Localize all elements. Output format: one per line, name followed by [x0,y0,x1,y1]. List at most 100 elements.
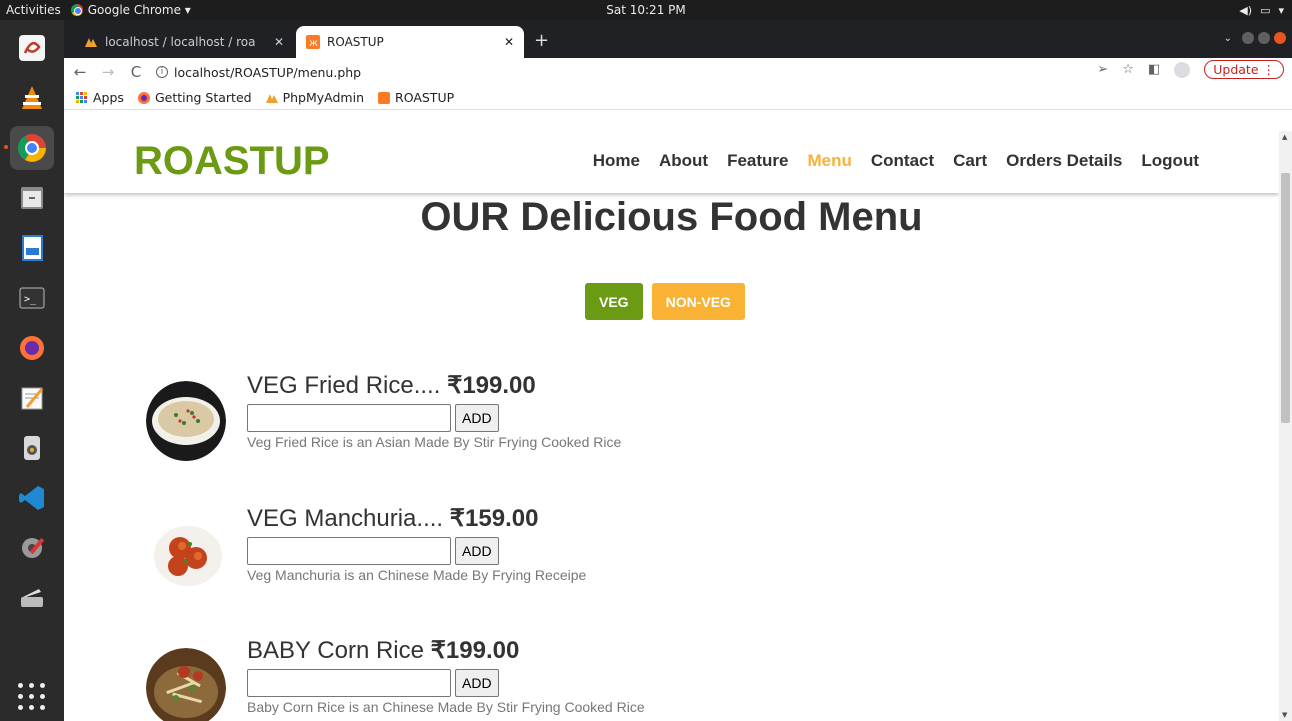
side-panel-icon[interactable]: ◧ [1148,62,1160,77]
add-button[interactable]: ADD [455,669,499,697]
info-icon[interactable]: i [156,66,168,78]
item-title: BABY Corn Rice ₹199.00 [247,636,847,665]
tab-strip: localhost / localhost / roa ✕ ж ROASTUP … [64,20,1292,58]
chrome-icon [70,4,83,16]
dock: >_ [0,20,64,721]
bookmark-phpmyadmin[interactable]: PhpMyAdmin [265,90,364,105]
nonveg-filter-button[interactable]: NON-VEG [651,283,745,320]
bookmark-star-icon[interactable]: ☆ [1122,62,1134,77]
terminal-icon: >_ [19,287,45,309]
reload-icon[interactable]: C [128,63,144,81]
battery-icon: ▭ [1260,3,1271,17]
address-bar[interactable]: i localhost/ROASTUP/menu.php [156,65,361,80]
dock-app-scanner[interactable] [10,576,54,620]
nav-logout[interactable]: Logout [1141,151,1199,171]
quantity-input[interactable] [247,669,451,697]
nav-orders-details[interactable]: Orders Details [1006,151,1122,171]
window-controls: ⌄ [1224,32,1286,44]
nav-home[interactable]: Home [593,151,640,171]
maximize-icon[interactable] [1258,32,1270,44]
site-logo[interactable]: ROASTUP [134,139,330,184]
dock-app-red[interactable] [10,26,54,70]
svg-text:>_: >_ [24,294,37,305]
nav-menu[interactable]: Menu [807,151,851,171]
dock-app-chrome[interactable] [4,126,54,170]
dock-app-vlc[interactable] [10,76,54,120]
quantity-input[interactable] [247,537,451,565]
scrollbar-thumb[interactable] [1281,173,1290,423]
nav-feature[interactable]: Feature [727,151,788,171]
page-scrollbar[interactable]: ▲ ▼ [1279,131,1292,721]
speaker-icon [24,436,40,460]
item-title: VEG Fried Rice.... ₹199.00 [247,371,847,400]
bookmark-roastup[interactable]: ROASTUP [378,90,454,105]
tab-search-icon[interactable]: ⌄ [1224,33,1232,44]
nav-cart[interactable]: Cart [953,151,987,171]
new-tab-icon[interactable]: + [534,30,549,51]
bookmark-label: Apps [93,90,124,105]
minimize-icon[interactable] [1242,32,1254,44]
bookmark-getting-started[interactable]: Getting Started [137,90,252,105]
clock[interactable]: Sat 10:21 PM [0,3,1292,17]
nav-contact[interactable]: Contact [871,151,934,171]
document-icon [22,235,43,261]
add-button[interactable]: ADD [455,404,499,432]
close-tab-icon[interactable]: ✕ [274,35,284,49]
dock-app-vscode[interactable] [10,476,54,520]
item-title: VEG Manchuria.... ₹159.00 [247,504,847,533]
tab-phpmyadmin[interactable]: localhost / localhost / roa ✕ [74,26,294,58]
scroll-down-icon[interactable]: ▼ [1282,711,1287,719]
dock-app-firefox[interactable] [10,326,54,370]
nav-about[interactable]: About [659,151,708,171]
xampp-icon: ж [306,35,320,49]
site-header: ROASTUP Home About Feature Menu Contact … [64,131,1279,193]
manchuria-image [146,514,226,594]
tab-label: localhost / localhost / roa [105,35,256,49]
bookmarks-bar: Apps Getting Started PhpMyAdmin ROASTUP [64,86,1292,110]
chevron-down-icon: ▾ [1278,3,1284,17]
volume-icon: ◀) [1239,3,1253,17]
activities-button[interactable]: Activities [0,3,71,17]
running-indicator [4,145,8,149]
close-window-icon[interactable] [1274,32,1286,44]
phpmyadmin-icon [85,38,97,47]
system-tray[interactable]: ◀) ▭ ▾ [1239,0,1284,20]
browser-toolbar: ← → C i localhost/ROASTUP/menu.php ➢ ☆ ◧… [64,58,1292,86]
add-button[interactable]: ADD [455,537,499,565]
tab-label: ROASTUP [327,35,384,49]
item-name: VEG Fried Rice.... [247,372,441,399]
vlc-cone-icon [22,86,42,109]
bookmark-apps[interactable]: Apps [76,90,124,105]
dock-app-writer[interactable] [10,226,54,270]
scroll-up-icon[interactable]: ▲ [1282,133,1287,141]
scanner-icon [21,589,43,607]
quantity-input[interactable] [247,404,451,432]
file-cabinet-icon [21,187,43,209]
profile-avatar-icon[interactable] [1174,61,1191,78]
back-icon[interactable]: ← [72,63,88,81]
update-button[interactable]: Update ⋮ [1204,60,1284,79]
send-icon[interactable]: ➢ [1097,62,1108,77]
item-price: ₹159.00 [449,505,539,532]
forward-icon[interactable]: → [100,63,116,81]
tab-roastup[interactable]: ж ROASTUP ✕ [296,26,524,58]
toolbar-actions: ➢ ☆ ◧ Update ⋮ [1097,60,1284,79]
dock-app-speaker[interactable] [10,426,54,470]
veg-filter-button[interactable]: VEG [585,283,643,320]
item-name: VEG Manchuria.... [247,505,444,532]
item-description: Baby Corn Rice is an Chinese Made By Sti… [247,699,645,715]
item-details: BABY Corn Rice ₹199.00 ADD Baby Corn Ric… [247,636,847,715]
dock-app-editor[interactable] [10,376,54,420]
dock-app-files[interactable] [10,176,54,220]
dock-app-settings[interactable] [10,526,54,570]
fried-rice-image [146,381,226,461]
page-title: OUR Delicious Food Menu [420,195,923,239]
app-menu[interactable]: Google Chrome ▾ [70,3,191,17]
add-to-cart-form: ADD [247,537,847,565]
main-nav: Home About Feature Menu Contact Cart Ord… [593,151,1199,171]
dock-app-terminal[interactable]: >_ [10,276,54,320]
item-name: BABY Corn Rice [247,637,424,664]
show-applications-icon[interactable] [18,683,46,711]
close-tab-icon[interactable]: ✕ [504,35,514,49]
xampp-icon [378,91,391,104]
